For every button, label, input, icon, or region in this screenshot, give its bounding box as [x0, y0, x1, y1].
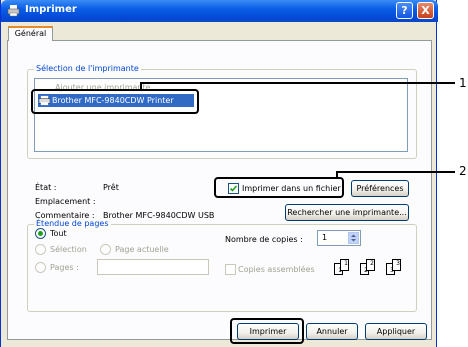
cancel-button[interactable]: Annuler	[306, 323, 358, 340]
commentaire-value: Brother MFC-9840CDW USB	[103, 211, 215, 220]
radio-pages[interactable]	[35, 262, 46, 273]
callout-box-print-to-file	[214, 177, 344, 198]
stepper-buttons[interactable]	[348, 232, 359, 244]
page-range-legend: Étendue de pages	[34, 219, 111, 228]
radio-selection-label: Sélection	[50, 245, 87, 254]
callout-line-1-vertical	[140, 82, 142, 90]
printer-icon	[7, 5, 20, 17]
etat-label: État :	[35, 183, 57, 192]
tab-general[interactable]: Général	[8, 26, 53, 41]
emplacement-label: Emplacement :	[35, 197, 96, 206]
collate-checkbox[interactable]	[225, 264, 236, 275]
collate-page: 2	[366, 259, 375, 271]
callout-number-1: 1	[459, 76, 467, 90]
callout-line-2-vertical	[336, 171, 338, 178]
collate-illustration: 1 1 2 2 3 3	[334, 257, 414, 287]
printer-selection-legend: Sélection de l'imprimante	[34, 64, 141, 73]
title-bar[interactable]: Imprimer ? X	[1, 0, 438, 22]
radio-current-page[interactable]	[100, 244, 111, 255]
window-title: Imprimer	[25, 4, 77, 15]
radio-selected-dot	[38, 231, 43, 236]
close-button[interactable]: X	[417, 2, 434, 19]
radio-all[interactable]	[35, 228, 46, 239]
collate-page: 1	[340, 259, 349, 271]
stepper-arrows-icon	[351, 234, 356, 242]
collate-label: Copies assemblées	[238, 265, 315, 274]
copies-label: Nombre de copies :	[225, 235, 303, 244]
pages-input[interactable]	[97, 259, 209, 275]
preferences-button[interactable]: Préférences	[351, 180, 409, 197]
callout-line-1-horizontal	[140, 82, 455, 84]
help-button[interactable]: ?	[396, 2, 413, 19]
callout-box-print-button	[230, 318, 304, 344]
apply-button[interactable]: Appliquer	[365, 323, 427, 340]
callout-box-printer	[31, 89, 199, 114]
print-dialog: Imprimer ? X Général Sélection de l'impr…	[0, 0, 438, 347]
radio-pages-label: Pages :	[50, 263, 79, 272]
callout-number-2: 2	[459, 164, 467, 178]
radio-all-label: Tout	[50, 229, 67, 238]
find-printer-button[interactable]: Rechercher une imprimante...	[285, 204, 409, 221]
radio-current-page-label: Page actuelle	[115, 245, 169, 254]
radio-selection[interactable]	[35, 244, 46, 255]
copies-stepper[interactable]: 1	[317, 230, 361, 246]
copies-value: 1	[322, 233, 328, 242]
etat-value: Prêt	[103, 183, 119, 192]
callout-line-2-horizontal	[336, 171, 455, 173]
collate-page: 3	[392, 259, 401, 271]
